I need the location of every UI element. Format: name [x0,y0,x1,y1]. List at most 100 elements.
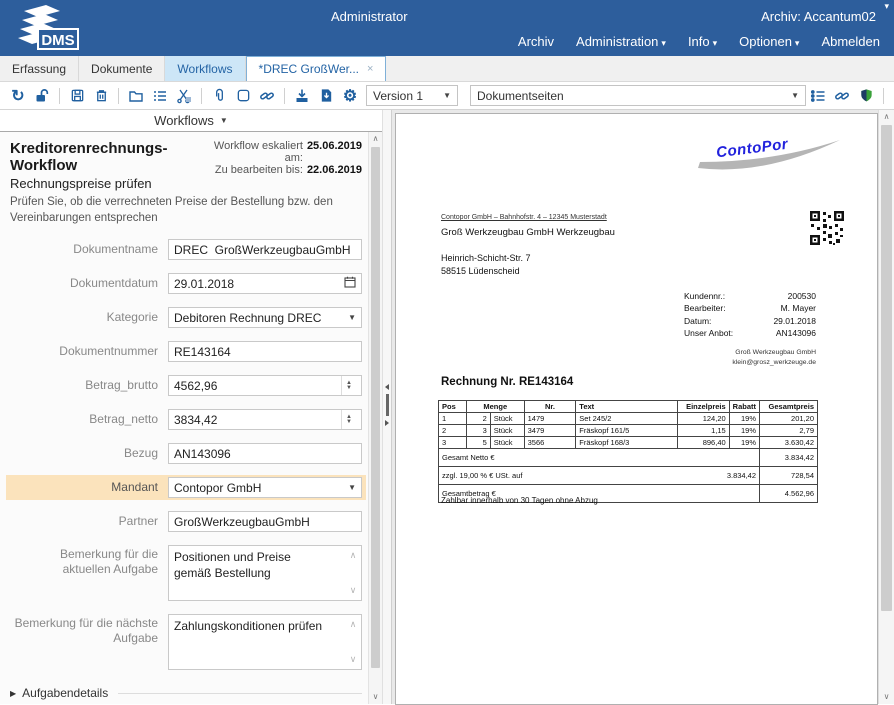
window-caret-icon[interactable]: ▾ [884,1,889,12]
betrag-brutto-input[interactable] [174,379,341,393]
scroll-up-icon[interactable]: ∧ [350,619,357,630]
document-viewer: ContoPor Contopor GmbH – Bahnhofstr. 4 –… [392,110,894,704]
settings-gear-icon[interactable]: ⚙ [338,85,362,107]
field-label: Bezug [10,446,158,461]
table-row: 35 Stück3566 Fräskopf 168/3896,40 19%3.6… [439,437,818,449]
import-download-icon[interactable] [290,85,314,107]
document-page: ContoPor Contopor GmbH – Bahnhofstr. 4 –… [395,113,878,705]
refresh-icon[interactable]: ↻ [6,85,30,107]
scroll-up-icon[interactable]: ∧ [369,132,382,146]
sender-line: Contopor GmbH – Bahnhofstr. 4 – 12345 Mu… [441,214,607,221]
task-list-icon[interactable] [806,85,830,107]
betrag-netto-input[interactable] [174,413,341,427]
number-stepper[interactable]: ▲▼ [341,376,356,395]
toolbar-right-group: ? [806,85,894,107]
bemerkung-aktuell-textarea[interactable]: Positionen und Preise gemäß Bestellung [169,546,345,600]
version-select[interactable]: Version 1 ▼ [366,85,458,106]
main-menu: Archiv Administration▾ Info▾ Optionen▾ A… [518,34,880,49]
invoice-info-block: Kundennr.:200530 Bearbeiter:M. Mayer Dat… [684,290,816,339]
dokumentnummer-input[interactable] [174,345,356,359]
kategorie-select[interactable]: Debitoren Rechnung DREC ▼ [168,307,362,328]
menu-abmelden[interactable]: Abmelden [821,34,880,49]
dokumentname-input[interactable] [174,243,356,257]
document-pages-select[interactable]: Dokumentseiten ▼ [470,85,806,106]
vendor-contact-block: Groß Werkzeugbau GmbH klein@grosz_werkze… [684,348,816,368]
scroll-up-icon[interactable]: ∧ [350,550,357,561]
recipient-name: Groß Werkzeugbau GmbH Werkzeugbau [441,227,615,238]
menu-optionen[interactable]: Optionen▾ [739,34,799,49]
stepper-down-icon[interactable]: ▼ [346,386,352,391]
tab-document-drec[interactable]: *DREC GroßWer... × [246,56,387,81]
qr-code [809,210,845,246]
document-scrollbar[interactable]: ∧ ∨ [878,110,894,704]
panel-splitter[interactable] [382,110,392,704]
chevron-down-icon: ▾ [713,38,718,48]
table-row: 23 Stück3479 Fräskopf 161/51,15 19%2,79 [439,425,818,437]
dokumentdatum-input[interactable] [174,277,344,291]
index-list-icon[interactable] [148,85,172,107]
scrollbar-thumb[interactable] [881,125,892,611]
workflow-title: Kreditorenrechnungs-Workflow [10,140,210,174]
field-row-dokumentname: Dokumentname [6,237,366,262]
stepper-down-icon[interactable]: ▼ [346,420,352,425]
bemerkung-naechste-textarea[interactable]: Zahlungskonditionen prüfen [169,615,345,669]
menu-administration[interactable]: Administration▾ [576,34,666,49]
workflow-description: Prüfen Sie, ob die verrechneten Preise d… [6,191,366,228]
menu-info[interactable]: Info▾ [688,34,717,49]
delete-trash-icon[interactable] [89,85,113,107]
toolbar-separator [118,88,119,104]
scroll-down-icon[interactable]: ∨ [350,654,357,665]
link-icon[interactable] [830,85,854,107]
dms-logo-icon: DMS [12,3,84,53]
panel-scrollbar[interactable]: ∧ ∨ [368,132,382,704]
folder-icon[interactable] [124,85,148,107]
workflows-panel-selector[interactable]: Workflows ▼ [0,110,382,132]
due-label: Zu bearbeiten bis: [210,164,303,176]
collapse-right-icon[interactable] [385,420,389,426]
recipient-address: Heinrich-Schicht-Str. 7 58515 Lüdenschei… [441,252,531,277]
permissions-shield-icon[interactable] [854,85,878,107]
menu-archiv[interactable]: Archiv [518,34,554,49]
scroll-up-icon[interactable]: ∧ [879,110,894,124]
save-icon[interactable] [65,85,89,107]
field-row-dokumentnummer: Dokumentnummer [6,339,366,364]
tab-dokumente[interactable]: Dokumente [79,56,165,81]
partner-input[interactable] [174,515,356,529]
payment-note: Zahlbar innerhalb von 30 Tagen ohne Abzu… [441,496,598,505]
field-row-bemerkung-aktuell: Bemerkung für die aktuellen Aufgabe Posi… [6,543,366,603]
collapse-left-icon[interactable] [385,384,389,390]
tab-erfassung[interactable]: Erfassung [0,56,79,81]
due-date: 22.06.2019 [307,164,362,176]
field-label: Mandant [10,480,158,495]
field-label: Bemerkung für die nächste Aufgabe [10,614,158,646]
help-icon[interactable]: ? [889,85,894,107]
field-row-bezug: Bezug [6,441,366,466]
scrollbar-thumb[interactable] [371,147,380,668]
invoice-table: Pos Menge Nr. Text Einzelpreis Rabatt Ge… [438,400,818,503]
unlock-icon[interactable] [30,85,54,107]
tab-workflows[interactable]: Workflows [165,56,245,81]
toolbar-separator [201,88,202,104]
export-file-icon[interactable] [314,85,338,107]
attachment-paperclip-icon[interactable] [207,85,231,107]
escalation-label: Workflow eskaliert am: [210,140,303,164]
chevron-down-icon: ▾ [661,38,666,48]
chevron-down-icon: ▼ [785,91,799,100]
scroll-down-icon[interactable]: ∨ [879,690,894,704]
number-stepper[interactable]: ▲▼ [341,410,356,429]
chevron-down-icon: ▼ [220,116,228,125]
mandant-select[interactable]: Contopor GmbH ▼ [168,477,362,498]
scroll-down-icon[interactable]: ∨ [350,585,357,596]
field-row-betrag-netto: Betrag_netto ▲▼ [6,407,366,432]
splitter-handle[interactable] [386,394,389,416]
field-label: Bemerkung für die aktuellen Aufgabe [10,545,158,577]
close-tab-icon[interactable]: × [367,63,373,75]
bezug-input[interactable] [174,447,356,461]
scroll-down-icon[interactable]: ∨ [369,690,382,704]
calendar-icon[interactable] [344,276,356,291]
note-icon[interactable] [231,85,255,107]
table-footer-row: Gesamt Netto € 3.834,42 [439,449,818,467]
aufgabendetails-expander[interactable]: ▶ Aufgabendetails [10,686,362,700]
link-icon[interactable] [255,85,279,107]
split-document-icon[interactable] [172,85,196,107]
